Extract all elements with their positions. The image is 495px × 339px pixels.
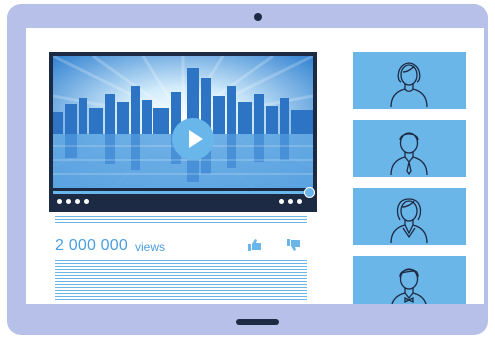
man-tie-avatar-icon — [390, 132, 428, 176]
video-title-lines — [55, 216, 307, 225]
video-stats: 2 000 000 views — [55, 236, 307, 256]
views-count: 2 000 000 — [55, 237, 128, 254]
home-bar — [236, 319, 279, 325]
camera-icon — [254, 13, 262, 21]
thumbs-down-icon[interactable] — [287, 239, 301, 251]
woman-suit-avatar-icon — [390, 198, 428, 244]
participant-tile[interactable] — [353, 256, 466, 304]
man-bowtie-avatar-icon — [391, 268, 427, 304]
woman-avatar-icon — [390, 62, 428, 108]
screen: 2 000 000 views — [26, 28, 484, 304]
control-dot — [75, 199, 80, 204]
progress-bar[interactable] — [53, 187, 316, 198]
views-label: views — [135, 240, 166, 254]
video-description-lines — [55, 260, 307, 302]
control-dot — [279, 199, 284, 204]
control-dot — [66, 199, 71, 204]
progress-handle[interactable] — [304, 187, 316, 198]
participant-tile[interactable] — [353, 188, 466, 245]
control-dot — [297, 199, 302, 204]
progress-fill — [53, 191, 311, 194]
participant-tile[interactable] — [353, 52, 466, 109]
thumbs-up-icon[interactable] — [248, 239, 262, 251]
control-dot — [288, 199, 293, 204]
laptop-frame: 2 000 000 views — [7, 4, 488, 335]
participant-tile[interactable] — [353, 120, 466, 177]
playback-controls[interactable] — [57, 199, 89, 207]
control-dot — [57, 199, 62, 204]
play-icon — [189, 130, 203, 148]
player-options[interactable] — [279, 199, 302, 207]
control-dot — [84, 199, 89, 204]
video-player[interactable] — [49, 52, 317, 212]
play-button[interactable] — [172, 118, 214, 160]
